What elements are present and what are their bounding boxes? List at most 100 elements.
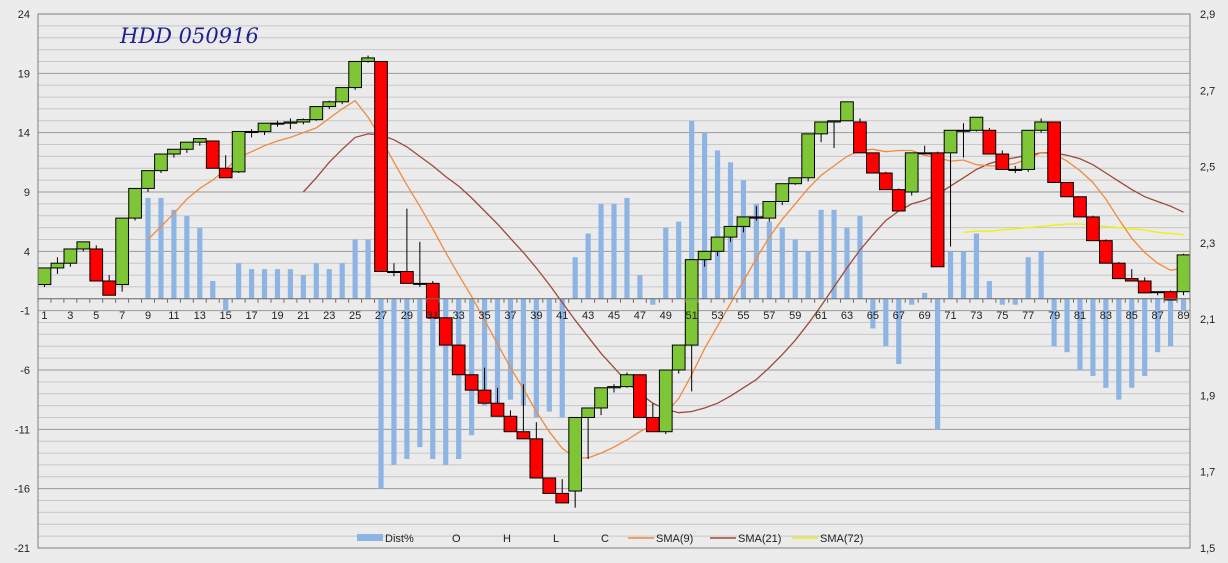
dist-bar xyxy=(430,298,436,459)
candle xyxy=(89,245,104,282)
dist-bar xyxy=(236,263,242,299)
legend-item: O xyxy=(452,533,461,545)
x-tick-label: 53 xyxy=(711,310,723,322)
dist-bar xyxy=(1038,251,1044,299)
candlestick-chart: 24191494-1-6-11-16-212,92,72,52,32,11,91… xyxy=(14,9,1215,555)
candle-body-up xyxy=(969,116,984,131)
dist-bar xyxy=(792,239,798,299)
candle-body-down xyxy=(477,389,492,404)
candle-body-up xyxy=(296,119,311,123)
candle-body-down xyxy=(853,121,867,154)
dist-bar xyxy=(456,298,462,459)
candle-body-up xyxy=(840,101,854,122)
dist-bar xyxy=(546,298,552,412)
legend-label: SMA(72) xyxy=(820,533,863,545)
candle-body-up xyxy=(37,267,52,286)
dist-bar xyxy=(909,298,915,305)
chart-title: HDD 050916 xyxy=(119,24,259,48)
candle xyxy=(335,87,350,105)
candle xyxy=(969,116,984,132)
dist-bar xyxy=(417,298,423,448)
x-tick-label: 23 xyxy=(323,310,335,322)
x-tick-label: 13 xyxy=(194,310,206,322)
x-tick-label: 19 xyxy=(271,310,283,322)
dist-bar xyxy=(935,298,941,430)
legend-label: Dist% xyxy=(385,533,414,545)
x-tick-label: 43 xyxy=(582,310,594,322)
candle-body-down xyxy=(451,344,466,376)
dist-bar xyxy=(999,298,1005,305)
candle-body-up xyxy=(1034,121,1048,131)
x-tick-label: 27 xyxy=(375,310,387,322)
dist-bar xyxy=(650,298,656,305)
candle xyxy=(1073,196,1087,218)
dist-bar xyxy=(766,221,772,299)
candle-body-down xyxy=(400,271,414,284)
x-tick-label: 89 xyxy=(1177,310,1189,322)
y-right-tick-label: 1,5 xyxy=(1200,543,1215,555)
candle-body-down xyxy=(464,374,479,391)
dist-bar xyxy=(1116,298,1122,400)
x-tick-label: 71 xyxy=(944,310,956,322)
legend-label: SMA(9) xyxy=(656,533,693,545)
candle-body-up xyxy=(658,369,673,433)
dist-bar xyxy=(197,227,203,299)
dist-bar xyxy=(896,298,902,365)
x-tick-label: 33 xyxy=(453,310,465,322)
candle-body-up xyxy=(231,130,246,173)
dist-bar xyxy=(326,269,332,299)
x-tick-label: 61 xyxy=(815,310,827,322)
x-tick-label: 55 xyxy=(737,310,749,322)
candle-body-up xyxy=(788,177,803,185)
dist-bar xyxy=(883,298,889,347)
dist-bar xyxy=(404,298,410,459)
dist-bar xyxy=(1090,298,1096,376)
legend-label: L xyxy=(553,533,559,545)
x-tick-label: 57 xyxy=(763,310,775,322)
candle-body-down xyxy=(374,60,388,273)
dist-bar xyxy=(844,227,850,299)
candle-body-up xyxy=(76,241,91,250)
legend-item: C xyxy=(601,533,609,545)
candle-body-up xyxy=(775,183,790,202)
x-tick-label: 7 xyxy=(119,310,125,322)
dist-bar xyxy=(857,215,863,299)
candle xyxy=(374,60,388,273)
dist-bar xyxy=(818,209,824,299)
x-tick-label: 67 xyxy=(893,310,905,322)
dist-bar xyxy=(598,203,604,299)
candle xyxy=(1111,262,1126,280)
candle-body-down xyxy=(555,492,570,504)
candle-body-up xyxy=(684,259,699,346)
candle-body-down xyxy=(891,189,906,212)
candle-body-down xyxy=(930,152,945,268)
candle-body-up xyxy=(1150,291,1165,294)
dist-bar xyxy=(676,221,682,299)
x-tick-label: 45 xyxy=(608,310,620,322)
x-tick-label: 47 xyxy=(634,310,646,322)
x-tick-label: 29 xyxy=(401,310,413,322)
candle-body-up xyxy=(335,87,350,103)
legend-label: H xyxy=(503,533,511,545)
y-right-tick-label: 2,9 xyxy=(1200,9,1215,21)
candle xyxy=(464,374,479,391)
chart-area: 24 19 14 9 4 -1 -6 -11 -16 -21 2,9 2,7 2,5 2,3 2,1 1,9 1… xyxy=(0,0,1228,563)
candle-body-down xyxy=(1137,280,1152,294)
candle-body-up xyxy=(943,129,958,154)
candle-body-up xyxy=(801,133,815,179)
candle xyxy=(451,344,466,376)
candle-body-up xyxy=(697,250,712,261)
candle-body-up xyxy=(1008,168,1023,171)
candle-body-up xyxy=(141,170,155,189)
x-tick-label: 35 xyxy=(478,310,490,322)
candle-body-down xyxy=(529,438,544,479)
dist-bar xyxy=(1025,257,1031,299)
dist-bar xyxy=(210,281,216,299)
y-left-tick-label: -16 xyxy=(14,484,30,496)
dist-bar xyxy=(378,298,384,489)
y-left-tick-label: 14 xyxy=(18,128,30,140)
candle xyxy=(1021,129,1036,172)
candle xyxy=(853,118,867,154)
candle-body-up xyxy=(387,271,401,274)
candle-body-down xyxy=(1047,121,1061,184)
